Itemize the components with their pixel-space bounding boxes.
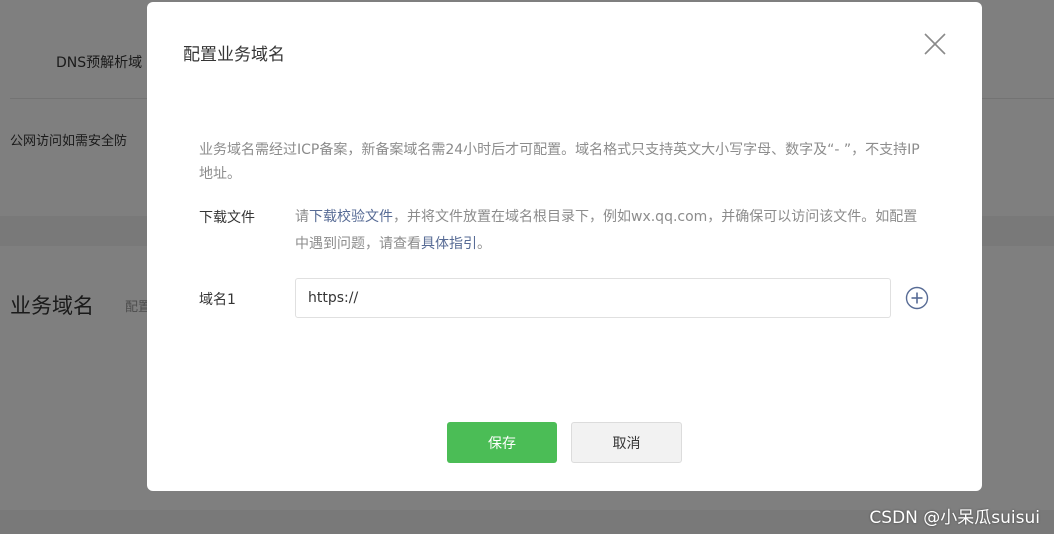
dialog-title: 配置业务域名 (183, 45, 285, 65)
add-circle-icon[interactable] (905, 286, 929, 310)
save-button[interactable]: 保存 (447, 422, 557, 463)
download-suffix: 。 (477, 236, 491, 252)
config-domain-dialog: 配置业务域名 业务域名需经过ICP备案，新备案域名需24小时后才可配置。域名格式… (147, 2, 982, 491)
watermark: CSDN @小呆瓜suisui (869, 508, 1040, 528)
domain-1-input[interactable] (295, 278, 891, 318)
download-file-label: 下载文件 (199, 210, 255, 226)
close-icon[interactable] (921, 30, 949, 58)
download-verify-file-link[interactable]: 下载校验文件 (309, 209, 393, 225)
guide-link[interactable]: 具体指引 (421, 236, 477, 252)
download-file-instructions: 请下载校验文件，并将文件放置在域名根目录下，例如wx.qq.com，并确保可以访… (295, 204, 929, 258)
domain-1-label: 域名1 (199, 292, 236, 308)
cancel-button[interactable]: 取消 (571, 422, 682, 463)
domain-notice: 业务域名需经过ICP备案，新备案域名需24小时后才可配置。域名格式只支持英文大小… (199, 142, 920, 182)
download-prefix: 请 (295, 209, 309, 225)
page: DNS预解析域 公网访问如需安全防 业务域名 配置 配置业务域名 业务域名需经过… (0, 0, 1054, 534)
